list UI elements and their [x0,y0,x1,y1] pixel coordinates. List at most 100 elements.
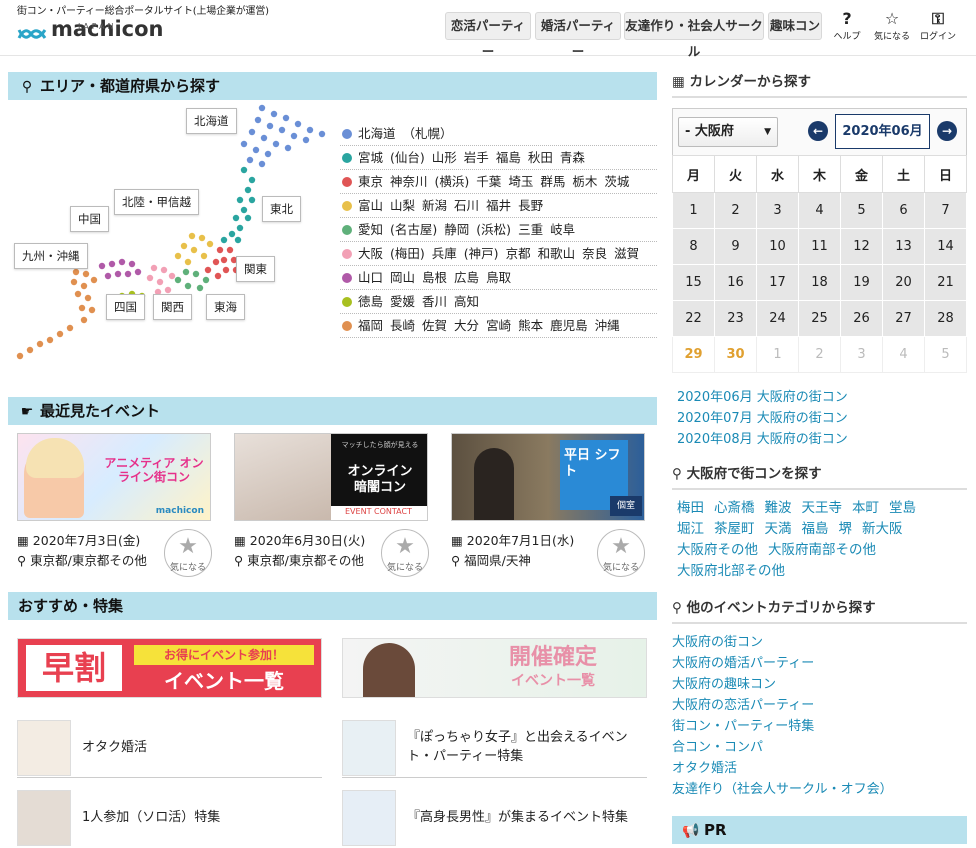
prefecture-link[interactable]: (浜松) [476,222,511,237]
prefecture-link[interactable]: 北海道 [358,126,396,141]
prefecture-link[interactable]: (神戸) [464,246,499,261]
calendar-day[interactable]: 3 [756,192,799,229]
favorite-button-2[interactable]: ★ 気になる [381,529,429,577]
prefecture-link[interactable]: 東京 [358,174,383,189]
map-label-shikoku[interactable]: 四国 [106,294,145,320]
category-link[interactable]: 街コン・パーティー特集 [672,716,893,737]
map-label-kyushu[interactable]: 九州・沖縄 [14,243,88,269]
calendar-day[interactable]: 30 [714,336,757,373]
prefecture-link[interactable]: 埼玉 [508,174,533,189]
area-link[interactable]: 天王寺 [802,500,843,516]
prefecture-link[interactable]: 鹿児島 [550,318,588,333]
calendar-day[interactable]: 1 [672,192,715,229]
prefecture-link[interactable]: 兵庫 [432,246,457,261]
calendar-day[interactable]: 4 [882,336,925,373]
prefecture-link[interactable]: 宮崎 [486,318,511,333]
prefecture-link[interactable]: (仙台) [390,150,425,165]
help-link[interactable]: ? ヘルプ [827,9,867,42]
calendar-day[interactable]: 1 [756,336,799,373]
calendar-day[interactable]: 11 [798,228,841,265]
month-link-1[interactable]: 2020年06月 大阪府の街コン [677,387,848,408]
calendar-day[interactable]: 10 [756,228,799,265]
prefecture-link[interactable]: 大分 [454,318,479,333]
prefecture-link[interactable]: 山形 [432,150,457,165]
prefecture-link[interactable]: 鳥取 [486,270,511,285]
prefecture-link[interactable]: (名古屋) [390,222,437,237]
prefecture-link[interactable]: (梅田) [390,246,425,261]
calendar-day[interactable]: 5 [924,336,967,373]
prefecture-link[interactable]: 長野 [518,198,543,213]
prefecture-link[interactable]: 山口 [358,270,383,285]
event-image-1[interactable]: アニメティア オンライン街コン machicon [17,433,211,521]
category-link[interactable]: 大阪府の恋活パーティー [672,695,893,716]
calendar-day[interactable]: 19 [840,264,883,301]
early-discount-banner[interactable]: 早割 お得にイベント参加！ イベント一覧 [17,638,322,698]
prefecture-link[interactable]: 青森 [560,150,585,165]
calendar-day[interactable]: 26 [840,300,883,337]
prefecture-link[interactable]: 石川 [454,198,479,213]
feature-item-pocchari[interactable]: 『ぽっちゃり女子』と出会えるイベント・パーティー特集 [342,720,647,778]
map-label-kansai[interactable]: 関西 [153,294,192,320]
prefecture-link[interactable]: 沖縄 [595,318,620,333]
favorite-button-1[interactable]: ★ 気になる [164,529,212,577]
calendar-day[interactable]: 22 [672,300,715,337]
prefecture-link[interactable]: 山梨 [390,198,415,213]
map-label-hokuriku[interactable]: 北陸・甲信越 [114,189,199,215]
confirmed-banner[interactable]: 開催確定 イベント一覧 [342,638,647,698]
prefecture-link[interactable]: 秋田 [528,150,553,165]
prefecture-link[interactable]: 島根 [422,270,447,285]
calendar-day[interactable]: 20 [882,264,925,301]
nav-konkatsu[interactable]: 婚活パーティー [535,12,621,59]
calendar-day[interactable]: 8 [672,228,715,265]
area-link[interactable]: 難波 [765,500,792,516]
month-link-3[interactable]: 2020年08月 大阪府の街コン [677,429,848,450]
area-link[interactable]: 梅田 [677,500,704,516]
event-image-2[interactable]: マッチしたら顔が見える オンライン 暗闇コン EVENT CONTACT [234,433,428,521]
area-link[interactable]: 天満 [765,521,792,537]
prefecture-link[interactable]: 熊本 [518,318,543,333]
area-link[interactable]: 心斎橋 [714,500,755,516]
prefecture-link[interactable]: 長崎 [390,318,415,333]
calendar-day[interactable]: 18 [798,264,841,301]
area-link[interactable]: 新大阪 [862,521,903,537]
calendar-day[interactable]: 2 [798,336,841,373]
calendar-day[interactable]: 17 [756,264,799,301]
prefecture-link[interactable]: 宮城 [358,150,383,165]
calendar-day[interactable]: 23 [714,300,757,337]
calendar-day[interactable]: 16 [714,264,757,301]
prefecture-link[interactable]: 愛媛 [390,294,415,309]
category-link[interactable]: 大阪府の趣味コン [672,674,893,695]
calendar-day[interactable]: 12 [840,228,883,265]
category-link[interactable]: 大阪府の街コン [672,632,893,653]
prefecture-link[interactable]: 福岡 [358,318,383,333]
prefecture-link[interactable]: 佐賀 [422,318,447,333]
map-label-hokkaido[interactable]: 北海道 [186,108,237,134]
event-image-3[interactable]: 平日 シフト 個室 [451,433,645,521]
prefecture-link[interactable]: 福島 [496,150,521,165]
calendar-day[interactable]: 13 [882,228,925,265]
nav-hobby[interactable]: 趣味コン [768,12,822,40]
map-label-chugoku[interactable]: 中国 [70,206,109,232]
area-link[interactable]: 茶屋町 [714,521,755,537]
prefecture-link[interactable]: 岐阜 [550,222,575,237]
calendar-day[interactable]: 9 [714,228,757,265]
prefecture-link[interactable]: 岩手 [464,150,489,165]
prefecture-link[interactable]: 香川 [422,294,447,309]
prefecture-link[interactable]: 静岡 [444,222,469,237]
japan-map[interactable] [12,100,332,360]
calendar-day[interactable]: 3 [840,336,883,373]
category-link[interactable]: 友達作り（社会人サークル・オフ会） [672,779,893,800]
calendar-day[interactable]: 24 [756,300,799,337]
nav-friends[interactable]: 友達作り・社会人サークル [624,12,764,59]
prefecture-link[interactable]: 新潟 [422,198,447,213]
calendar-day[interactable]: 2 [714,192,757,229]
calendar-day[interactable]: 15 [672,264,715,301]
prefecture-link[interactable]: 岡山 [390,270,415,285]
favorite-button-3[interactable]: ★ 気になる [597,529,645,577]
prefecture-link[interactable]: 千葉 [476,174,501,189]
prefecture-link[interactable]: （札幌） [403,126,453,141]
prefecture-link[interactable]: 三重 [518,222,543,237]
calendar-day[interactable]: 21 [924,264,967,301]
area-link[interactable]: 大阪府その他 [677,542,758,558]
next-month-button[interactable]: → [937,121,957,141]
